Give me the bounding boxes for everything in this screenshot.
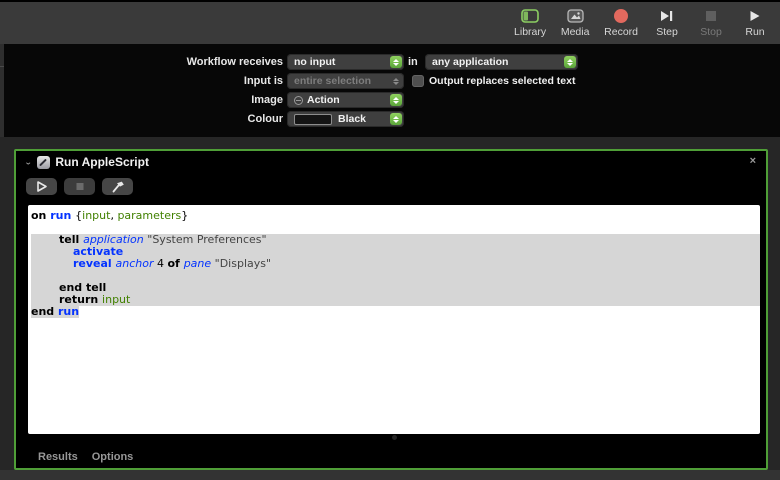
action-title: Run AppleScript [55, 155, 149, 169]
toolbar-step-label: Step [656, 26, 678, 38]
script-controls [26, 178, 133, 195]
action-header: ⌄ Run AppleScript [24, 154, 149, 170]
image-label: Image [251, 94, 283, 106]
action-footer: Results Options [38, 451, 133, 463]
run-icon [749, 8, 761, 24]
image-value: Action [307, 94, 340, 106]
canvas-bottom-strip [0, 470, 780, 480]
toolbar-library-button[interactable]: Library [514, 8, 546, 38]
image-dropdown[interactable]: Action [287, 92, 404, 108]
toolbar-media-label: Media [560, 26, 590, 38]
step-icon [660, 8, 674, 24]
disclosure-chevron-icon[interactable]: ⌄ [24, 158, 32, 167]
toolbar-stop-button: Stop [696, 8, 726, 38]
workflow-options-panel: Workflow receives no input in any applic… [0, 44, 780, 137]
resize-handle[interactable] [392, 435, 397, 440]
applescript-icon [37, 155, 51, 169]
stepper-icon [390, 113, 402, 125]
stop-script-button [64, 178, 95, 195]
stepper-icon [390, 56, 402, 68]
main-toolbar: Library Media Record Step Stop Run [0, 2, 780, 44]
tab-results[interactable]: Results [38, 451, 78, 463]
stepper-icon [390, 94, 402, 106]
application-dropdown[interactable]: any application [425, 54, 578, 70]
toolbar-run-label: Run [745, 26, 765, 38]
action-glyph-icon [294, 95, 303, 105]
toolbar-run-button[interactable]: Run [740, 8, 770, 38]
toolbar-library-label: Library [514, 26, 547, 38]
code-editor[interactable]: on run {input, parameters} tell applicat… [28, 205, 760, 434]
stop-icon [76, 183, 83, 190]
workflow-receives-label: Workflow receives [186, 56, 283, 68]
toolbar-media-button[interactable]: Media [560, 8, 590, 38]
colour-label: Colour [247, 113, 283, 125]
automator-window: Library Media Record Step Stop Run Workf… [0, 0, 780, 480]
toolbar-record-label: Record [604, 26, 638, 38]
play-icon [36, 181, 47, 192]
image-row: Image Action [0, 92, 780, 108]
run-script-button[interactable] [26, 178, 57, 195]
toolbar-step-button[interactable]: Step [652, 8, 682, 38]
stepper-icon [390, 75, 402, 87]
tab-options[interactable]: Options [92, 451, 134, 463]
application-value: any application [432, 56, 509, 68]
toolbar-stop-label: Stop [700, 26, 722, 38]
colour-value: Black [338, 113, 367, 125]
black-swatch-icon [294, 113, 332, 125]
stepper-icon [564, 56, 576, 68]
colour-dropdown[interactable]: Black [287, 111, 404, 127]
input-is-row: Input is entire selection Output replace… [0, 73, 780, 89]
library-icon [521, 8, 539, 24]
workflow-receives-value: no input [294, 56, 336, 68]
colour-row: Colour Black [0, 111, 780, 127]
workflow-receives-dropdown[interactable]: no input [287, 54, 404, 70]
stop-icon [706, 8, 716, 24]
media-icon [566, 8, 584, 24]
close-action-button[interactable]: × [750, 155, 756, 167]
output-replaces-checkbox[interactable] [412, 75, 424, 87]
input-is-value: entire selection [294, 75, 372, 87]
compile-script-button[interactable] [102, 178, 133, 195]
input-is-dropdown: entire selection [287, 73, 404, 89]
record-icon [614, 8, 629, 24]
output-replaces-label: Output replaces selected text [429, 75, 576, 87]
workflow-receives-row: Workflow receives no input in any applic… [0, 54, 780, 70]
in-label: in [408, 56, 418, 68]
toolbar-record-button[interactable]: Record [604, 8, 638, 38]
run-applescript-action: ⌄ Run AppleScript × on run {input, param… [14, 149, 768, 470]
input-is-label: Input is [243, 75, 283, 87]
hammer-icon [112, 181, 124, 193]
